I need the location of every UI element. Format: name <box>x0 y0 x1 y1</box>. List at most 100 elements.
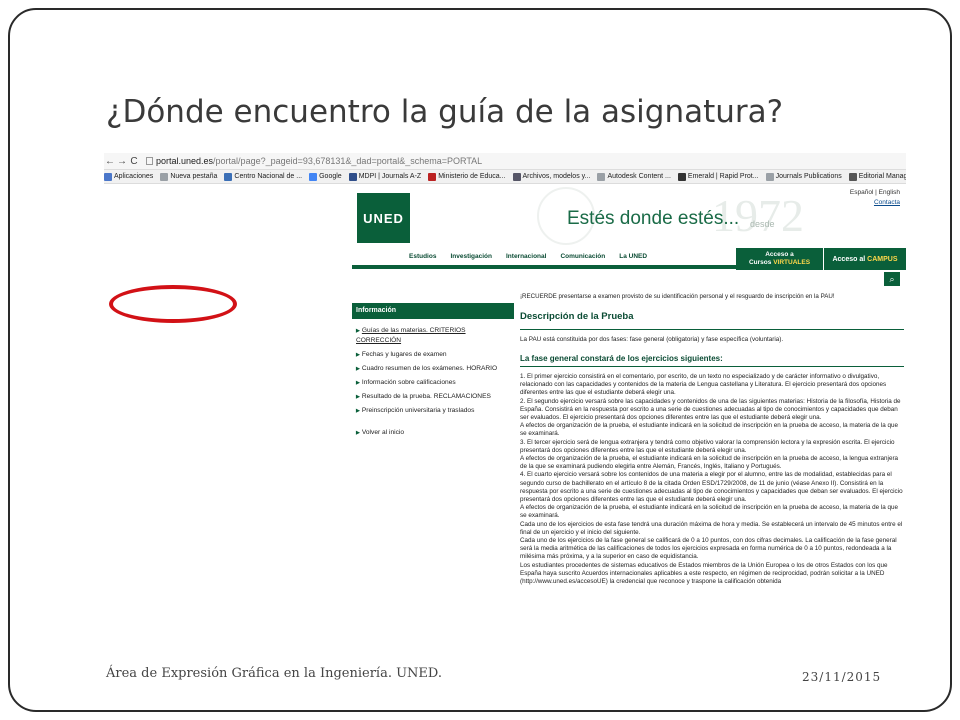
address-bar[interactable]: portal.uned.es/portal/page?_pageid=93,67… <box>146 156 482 166</box>
virtual-line1: Acceso a <box>765 251 794 258</box>
bookmark-item[interactable]: Google <box>309 172 342 181</box>
heading-divider <box>520 329 904 330</box>
sidebar-item-label: Resultado de la prueba. RECLAMACIONES <box>361 393 491 400</box>
search-icon[interactable]: ⌕ <box>884 272 900 286</box>
sidebar-item-label: Guías de las materias. CRITERIOS <box>361 327 466 334</box>
sidebar-item-label: Información sobre calificaciones <box>361 379 456 386</box>
bookmark-label: Aplicaciones <box>114 173 154 180</box>
content-paragraph: A efectos de organización de la prueba, … <box>520 455 899 471</box>
footer-date: 23/11/2015 <box>802 670 882 684</box>
back-arrow-icon[interactable]: ← <box>104 156 116 167</box>
sidebar-item-fechas[interactable]: ▶ Fechas y lugares de examen <box>356 350 516 360</box>
forward-arrow-icon[interactable]: → <box>116 156 128 167</box>
content-paragraph: Cada uno de los ejercicios de esta fase … <box>520 520 903 536</box>
bookmark-item[interactable]: Nueva pestaña <box>160 172 218 181</box>
sidebar-header: Información <box>352 303 514 319</box>
browser-screenshot: ← → C portal.uned.es/portal/page?_pageid… <box>104 153 906 633</box>
nav-estudios[interactable]: Estudios <box>409 253 436 260</box>
nav-comunicacion[interactable]: Comunicación <box>560 253 605 260</box>
sidebar-item-volver[interactable]: ▶ Volver al inicio <box>356 428 516 438</box>
content-body: 1. El primer ejercicio consistirá en el … <box>520 373 903 586</box>
content-subheading: La fase general constará de los ejercici… <box>520 354 723 363</box>
sidebar-item-horario[interactable]: ▶ Cuadro resumen de los exámenes. HORARIO <box>356 364 516 374</box>
bullet-icon: ▶ <box>356 408 360 414</box>
bookmark-item[interactable]: Aplicaciones <box>104 172 154 181</box>
bookmark-label: Ministerio de Educa... <box>438 173 506 180</box>
bookmark-label: Autodesk Content ... <box>607 173 671 180</box>
globe-icon <box>224 172 233 181</box>
bookmark-label: Archivos, modelos y... <box>522 173 591 180</box>
page-icon <box>765 172 774 181</box>
bookmark-item[interactable]: Journals Publications <box>765 172 842 181</box>
bookmarks-bar: Aplicaciones Nueva pestaña Centro Nacional… <box>104 170 906 184</box>
content-paragraph: A efectos de organización de la prueba, … <box>520 504 899 520</box>
bookmark-label: Nueva pestaña <box>170 173 218 180</box>
url-host: portal.uned.es <box>156 156 214 166</box>
em-icon <box>848 172 857 181</box>
sidebar-item-reclamaciones[interactable]: ▶ Resultado de la prueba. RECLAMACIONES <box>356 392 516 402</box>
uned-website: Español | English Contacta UNED 1972 des… <box>352 184 906 633</box>
language-switch[interactable]: Español | English <box>850 188 900 198</box>
google-icon <box>309 172 318 181</box>
mdpi-icon <box>348 172 357 181</box>
bullet-icon: ▶ <box>356 366 360 372</box>
sidebar-item-label: Cuadro resumen de los exámenes. HORARIO <box>361 365 498 372</box>
slide-title: ¿Dónde encuentro la guía de la asignatur… <box>106 94 784 130</box>
campus-access-button[interactable]: Acceso al CAMPUS <box>823 248 906 270</box>
bookmark-label: Google <box>319 173 342 180</box>
content-paragraph: Los estudiantes procedentes de sistemas … <box>520 561 888 586</box>
bookmark-item[interactable]: MDPI | Journals A-Z <box>348 172 422 181</box>
bookmark-item[interactable]: Centro Nacional de ... <box>224 172 302 181</box>
bookmark-label: Journals Publications <box>775 173 842 180</box>
nav-internacional[interactable]: Internacional <box>506 253 546 260</box>
content-paragraph: 2. El segundo ejercicio versará sobre la… <box>520 397 901 422</box>
exam-notice: ¡RECUERDE presentarse a examen provisto … <box>520 293 835 300</box>
bullet-icon: ▶ <box>356 394 360 400</box>
bullet-icon: ▶ <box>356 430 360 436</box>
sidebar-item-guias[interactable]: ▶ Guías de las materias. CRITERIOS <box>356 326 516 336</box>
sidebar-item-label: CORRECCIÓN <box>356 337 402 344</box>
slogan: Estés donde estés... <box>567 208 740 229</box>
nav-la-uned[interactable]: La UNED <box>619 253 647 260</box>
bookmark-item[interactable]: Ministerio de Educa... <box>428 172 506 181</box>
sidebar-item-label: Volver al inicio <box>361 429 405 436</box>
bullet-icon: ▶ <box>356 328 360 334</box>
content-paragraph: 1. El primer ejercicio consistirá en el … <box>520 373 887 397</box>
emerald-icon <box>677 172 686 181</box>
virtual-line3: VIRTUALES <box>773 259 811 266</box>
content-paragraph: A efectos de organización de la prueba, … <box>520 422 899 438</box>
bookmark-item[interactable]: Editorial Manager® <box>848 172 906 181</box>
virtual-courses-button[interactable]: Acceso a Cursos VIRTUALES <box>736 248 823 270</box>
reload-icon[interactable]: C <box>128 156 140 167</box>
bookmark-label: Editorial Manager® <box>858 173 906 180</box>
campus-prefix: Acceso al <box>832 255 866 263</box>
bookmark-label: MDPI | Journals A-Z <box>358 173 422 180</box>
sidebar-item-correccion[interactable]: CORRECCIÓN <box>356 336 516 345</box>
bookmark-label: Emerald | Rapid Prot... <box>687 173 759 180</box>
bookmark-item[interactable]: Autodesk Content ... <box>597 172 671 181</box>
bullet-icon: ▶ <box>356 380 360 386</box>
subheading-divider <box>520 366 904 367</box>
nav-investigacion[interactable]: Investigación <box>450 253 492 260</box>
contact-link[interactable]: Contacta <box>874 199 900 206</box>
language-links: Español | English Contacta <box>850 188 900 208</box>
content-intro: La PAU está constituida por dos fases: f… <box>520 336 784 343</box>
content-heading: Descripción de la Prueba <box>520 311 634 322</box>
info-sidebar: Información ▶ Guías de las materias. CRIT… <box>352 303 514 463</box>
page-icon <box>146 157 153 165</box>
star-icon <box>512 172 521 181</box>
page-icon <box>160 172 169 181</box>
bookmark-item[interactable]: Archivos, modelos y... <box>512 172 591 181</box>
apps-grid-icon <box>104 172 112 181</box>
browser-toolbar: ← → C portal.uned.es/portal/page?_pageid… <box>104 153 906 170</box>
bullet-icon: ▶ <box>356 352 360 358</box>
sidebar-item-label: Preinscripción universitaria y traslados <box>361 407 475 414</box>
sidebar-item-label: Fechas y lugares de examen <box>361 351 447 358</box>
bookmark-item[interactable]: Emerald | Rapid Prot... <box>677 172 759 181</box>
virtual-line2: Cursos <box>748 259 772 266</box>
uned-logo[interactable]: UNED <box>357 193 410 243</box>
sidebar-item-preinscripcion[interactable]: ▶ Preinscripción universitaria y traslado… <box>356 406 516 416</box>
sidebar-item-calificaciones[interactable]: ▶ Información sobre calificaciones <box>356 378 516 388</box>
campus-word: CAMPUS <box>867 255 898 263</box>
url-path: /portal/page?_pageid=93,678131&_dad=port… <box>213 156 483 166</box>
